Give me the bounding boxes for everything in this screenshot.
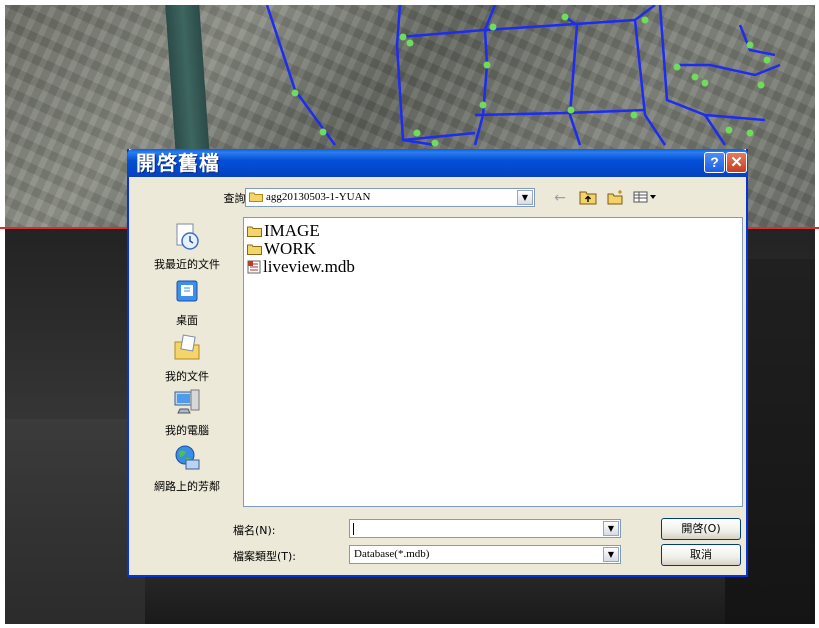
place-desktop[interactable]: 桌面 (135, 277, 239, 328)
my-documents-icon (174, 334, 200, 360)
place-label: 我的電腦 (165, 424, 209, 437)
building-left (5, 419, 145, 624)
back-arrow-icon[interactable]: ← (549, 189, 571, 207)
filetype-value: Database(*.mdb) (354, 548, 430, 560)
file-name: IMAGE (264, 221, 320, 240)
recent-documents-icon (176, 223, 199, 250)
file-item-folder[interactable]: IMAGE (247, 222, 320, 240)
new-folder-icon[interactable] (605, 189, 627, 207)
dialog-titlebar[interactable]: 開啓舊檔 ? ✕ (127, 149, 748, 177)
folder-icon (249, 192, 263, 202)
folder-icon (247, 244, 262, 255)
folder-icon (247, 226, 262, 237)
chevron-down-icon[interactable]: ▼ (603, 521, 619, 536)
filetype-select[interactable]: Database(*.mdb) ▼ (349, 545, 621, 564)
help-button[interactable]: ? (704, 152, 725, 173)
file-name: WORK (264, 239, 316, 258)
file-item-folder[interactable]: WORK (247, 240, 316, 258)
desktop-icon (176, 280, 198, 302)
close-button[interactable]: ✕ (726, 152, 747, 173)
network-places-icon (175, 445, 200, 470)
filename-label: 檔名(N): (233, 524, 276, 537)
place-my-documents[interactable]: 我的文件 (135, 333, 239, 384)
dialog-title: 開啓舊檔 (136, 151, 220, 175)
text-caret (353, 523, 354, 535)
open-file-dialog: 開啓舊檔 ? ✕ 查詢(I): agg20130503-1-YUAN ▼ ← 我… (127, 149, 748, 577)
access-database-icon (247, 260, 261, 274)
cancel-button[interactable]: 取消 (661, 544, 741, 566)
chevron-down-icon[interactable]: ▼ (517, 190, 533, 205)
place-label: 我最近的文件 (154, 258, 220, 271)
open-button[interactable]: 開啓(O) (661, 518, 741, 540)
place-label: 桌面 (176, 314, 198, 327)
file-item-mdb[interactable]: liveview.mdb (247, 258, 355, 276)
view-menu-icon[interactable] (633, 189, 656, 207)
place-network[interactable]: 網路上的芳鄰 (135, 443, 239, 494)
up-folder-icon[interactable] (577, 189, 599, 207)
chevron-down-icon[interactable]: ▼ (603, 547, 619, 562)
place-my-computer[interactable]: 我的電腦 (135, 387, 239, 438)
dialog-toolbar: ← (549, 188, 656, 208)
place-label: 我的文件 (165, 370, 209, 383)
file-name: liveview.mdb (263, 257, 355, 276)
place-recent-documents[interactable]: 我最近的文件 (135, 221, 239, 272)
file-list[interactable]: IMAGE WORK liveview.mdb (243, 217, 743, 507)
place-label: 網路上的芳鄰 (154, 480, 220, 493)
places-bar: 我最近的文件 桌面 我的文件 我的電腦 網路上的芳鄰 (135, 215, 239, 507)
filename-input[interactable]: ▼ (349, 519, 621, 538)
look-in-value: agg20130503-1-YUAN (266, 191, 371, 203)
look-in-combo[interactable]: agg20130503-1-YUAN ▼ (245, 188, 535, 207)
filetype-label: 檔案類型(T): (233, 550, 297, 563)
my-computer-icon (174, 389, 200, 414)
